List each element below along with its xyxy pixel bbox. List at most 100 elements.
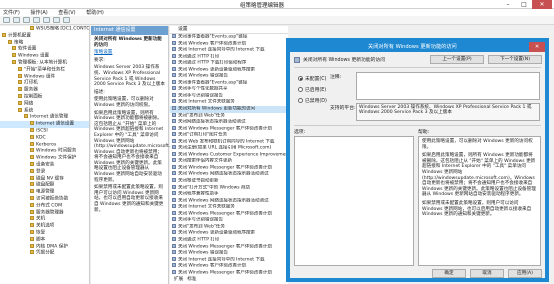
policy-icon xyxy=(172,53,176,58)
folder-icon xyxy=(30,189,34,194)
close-icon[interactable]: ✕ xyxy=(532,0,552,9)
tree-item[interactable]: 计算机配置 xyxy=(0,32,89,40)
tree-item[interactable]: 控制面板 xyxy=(0,93,89,101)
supported-on-label: 支持的平台: xyxy=(330,106,356,111)
forward-icon[interactable] xyxy=(13,17,20,23)
properties-icon[interactable] xyxy=(43,17,50,23)
tab-extended[interactable]: 扩展 xyxy=(174,276,183,284)
dialog-title-bar: 关闭对所有 Windows 更新功能的访问 ✕ xyxy=(290,42,545,52)
folder-icon xyxy=(30,236,34,241)
radio-dot xyxy=(298,87,303,92)
tree-item[interactable]: 软件设置 xyxy=(0,46,89,53)
folder-icon xyxy=(30,202,34,207)
up-folder-icon[interactable] xyxy=(23,17,30,23)
radio-label: 已启用(E) xyxy=(305,88,327,93)
filter-icon[interactable] xyxy=(63,17,70,23)
list-item-label: 关闭对所有 Windows 更新功能的访问 xyxy=(178,106,255,112)
folder-icon xyxy=(30,243,34,248)
folder-icon xyxy=(18,107,22,112)
list-item-label: 关闭搜索伴侣内容文件更新 xyxy=(178,158,232,164)
tree-item[interactable]: 访问被拒绝协助 xyxy=(0,195,89,203)
tree-item[interactable]: 恢复 xyxy=(0,229,89,237)
list-item-label: 关闭事件查看器"Events.asp"链接 xyxy=(178,34,248,40)
next-setting-button[interactable]: 下一个设置(N) xyxy=(488,55,542,64)
folder-icon xyxy=(30,209,34,214)
list-item[interactable]: 关闭注册(如果 URL 连接引用 Microsoft.com) xyxy=(170,145,288,152)
toolbar xyxy=(0,16,554,25)
policy-icon xyxy=(172,132,176,137)
tree-item[interactable]: 电源管理 xyxy=(0,189,89,196)
radio-enabled[interactable]: 已启用(E) xyxy=(298,86,326,93)
tree-item[interactable]: 策略 xyxy=(0,39,89,47)
cancel-button[interactable]: 取消 xyxy=(470,269,504,278)
apply-button[interactable]: 应用(A) xyxy=(508,269,542,278)
tree-item-label: WSUS策略 [DC1.CONTOSO.COM] xyxy=(36,26,90,32)
tree-item-label: 计算机配置 xyxy=(8,33,31,39)
tree-item[interactable]: Windows 文件保护 xyxy=(0,155,89,162)
tree-item-label: 电源管理 xyxy=(36,189,55,195)
list-item-label: 关闭手写个性化数据共享 xyxy=(178,86,228,92)
policy-settings-link[interactable]: 策略设置 xyxy=(94,50,112,55)
tree-item[interactable]: 登录 xyxy=(0,168,89,176)
tree-item-label: 管理模板: 从本地计算机 xyxy=(18,60,67,66)
title-bar: 组策略管理编辑器 – □ ✕ xyxy=(0,0,554,9)
minimize-icon[interactable]: – xyxy=(500,0,516,9)
previous-setting-button[interactable]: 上一个设置(P) xyxy=(430,55,484,64)
comment-textarea[interactable] xyxy=(356,72,540,100)
tree-item[interactable]: 内核 DMA 保护 xyxy=(0,243,89,251)
tree-item[interactable]: 设备安装 xyxy=(0,161,89,169)
tree-item[interactable]: 服务器 xyxy=(0,87,89,94)
tree-item[interactable]: Internet 通信管理 xyxy=(0,114,89,121)
show-tree-icon[interactable] xyxy=(33,17,40,23)
ok-button[interactable]: 确定 xyxy=(432,269,466,278)
list-item-label: 关闭 Windows 更新设备驱动程序搜索 xyxy=(178,67,255,73)
tree-item[interactable]: KDC xyxy=(0,134,89,142)
folder-icon xyxy=(30,127,34,132)
list-item-label: 关闭 Windows Messenger 客户体验改善计划 xyxy=(178,211,272,217)
tree-item[interactable]: Windows 组件 xyxy=(0,73,89,81)
tree-item[interactable]: 服务器管理器 xyxy=(0,209,89,217)
tree-item[interactable]: Windows 时间服务 xyxy=(0,148,89,155)
tree-item[interactable]: WSUS策略 [DC1.CONTOSO.COM] xyxy=(0,26,89,33)
tree-item-label: Internet 通信管理 xyxy=(30,114,69,120)
tree-item-label: Internet 通信设置 xyxy=(36,121,75,127)
tree-item-label: 系统 xyxy=(24,108,34,114)
folder-icon xyxy=(30,26,34,30)
tree-item[interactable]: 关机 xyxy=(0,216,89,223)
tree-item[interactable]: Internet 通信设置 xyxy=(0,121,89,128)
tree-item[interactable]: Kerberos xyxy=(0,141,89,149)
tree-item[interactable]: 分布式 COM xyxy=(0,202,89,210)
tree-item[interactable]: 系统 xyxy=(0,107,89,115)
tree-item-label: 控制面板 xyxy=(24,94,43,100)
list-item-label: 关闭事件查看器"Events.asp"链接 xyxy=(178,80,248,86)
tree-item[interactable]: 磁盘配额 xyxy=(0,182,89,189)
help-icon[interactable] xyxy=(53,17,60,23)
policy-icon xyxy=(172,86,176,91)
tree-item[interactable]: 关机选项 xyxy=(0,223,89,230)
list-item-label: 关闭"订购打印"图片任务 xyxy=(178,132,228,138)
dialog-subtitle: 关闭对所有 Windows 更新功能的访问 xyxy=(303,58,386,63)
tree-item[interactable]: Windows 设置 xyxy=(0,53,89,60)
list-item-label: 关闭 Windows Messenger 客户体验改善计划 xyxy=(178,270,272,276)
folder-icon xyxy=(30,155,34,160)
folder-icon xyxy=(30,195,34,200)
radio-not-configured[interactable]: 未配置(C) xyxy=(298,75,326,82)
radio-disabled[interactable]: 已禁用(D) xyxy=(298,97,327,104)
tree-item[interactable]: iSCSI xyxy=(0,127,89,135)
tree-item[interactable]: 凭据分配 xyxy=(0,250,89,257)
policy-icon xyxy=(172,263,176,268)
tab-standard[interactable]: 标准 xyxy=(187,276,196,284)
folder-icon xyxy=(30,141,34,146)
tree-item[interactable]: 管理模板: 从本地计算机 xyxy=(0,59,89,67)
settings-column-header[interactable]: 设置 xyxy=(170,26,288,34)
tree-item[interactable]: "开始"菜单和任务栏 xyxy=(0,66,89,74)
list-item-label: 关闭 Windows 网络连接状态指示器活动测试 xyxy=(178,198,269,204)
maximize-icon[interactable]: □ xyxy=(516,0,532,9)
tree-item[interactable]: 打印机 xyxy=(0,80,89,87)
tree-item-label: 打印机 xyxy=(24,80,38,86)
tree-item[interactable]: 磁盘 NV 缓存 xyxy=(0,175,89,183)
dialog-close-icon[interactable]: ✕ xyxy=(529,42,545,52)
back-icon[interactable] xyxy=(3,17,10,23)
tree-item[interactable]: 网络 xyxy=(0,100,89,108)
tree-item[interactable]: 脚本 xyxy=(0,236,89,244)
